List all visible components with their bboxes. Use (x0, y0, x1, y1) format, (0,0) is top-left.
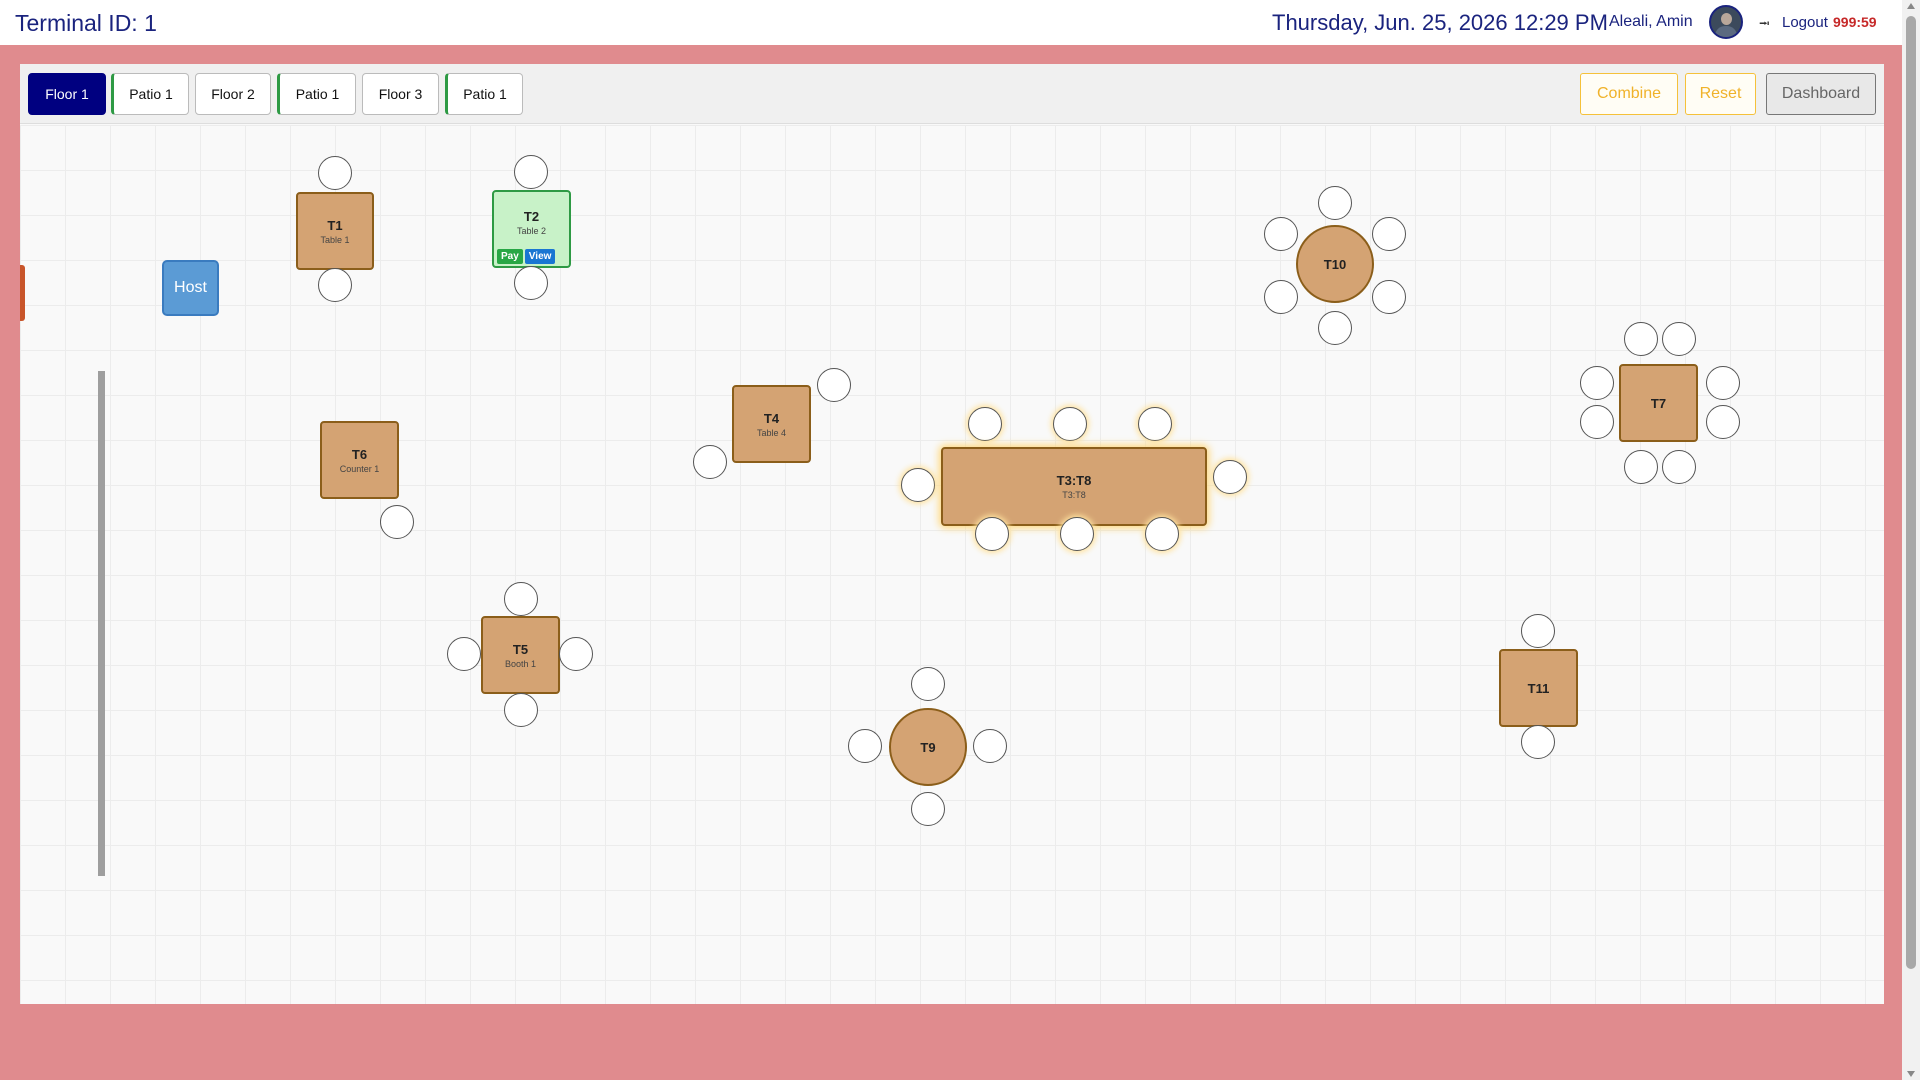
chair[interactable] (318, 156, 352, 190)
table-name: Booth 1 (504, 658, 537, 669)
table-t10[interactable]: T10 (1296, 225, 1374, 303)
user-name: Aleali, Amin (1609, 13, 1693, 30)
table-t3-t8[interactable]: T3:T8 T3:T8 (941, 447, 1207, 526)
top-bar: Terminal ID: 1 Thursday, Jun. 25, 2026 1… (0, 0, 1902, 45)
view-button[interactable]: View (524, 249, 556, 264)
chair[interactable] (1372, 280, 1406, 314)
table-t9[interactable]: T9 (889, 708, 967, 786)
table-code: T4 (763, 410, 780, 426)
vertical-scrollbar[interactable] (1902, 0, 1920, 1080)
chair[interactable] (1213, 460, 1247, 494)
chair[interactable] (1318, 186, 1352, 220)
tab-patio-1-c[interactable]: Patio 1 (445, 73, 523, 115)
chair[interactable] (514, 155, 548, 189)
tab-floor-1[interactable]: Floor 1 (28, 73, 106, 115)
chair[interactable] (1662, 322, 1696, 356)
table-name: Table 2 (516, 225, 547, 236)
chair[interactable] (1580, 405, 1614, 439)
logout-link[interactable]: Logout (1782, 14, 1828, 31)
chair[interactable] (1706, 366, 1740, 400)
side-drawer-handle[interactable] (20, 265, 25, 321)
chair[interactable] (1580, 366, 1614, 400)
terminal-id: Terminal ID: 1 (15, 10, 157, 36)
chair[interactable] (559, 637, 593, 671)
current-datetime: Thursday, Jun. 25, 2026 12:29 PM (1272, 10, 1608, 35)
table-code: T5 (512, 641, 529, 657)
chair[interactable] (514, 266, 548, 300)
chair[interactable] (1060, 517, 1094, 551)
chair[interactable] (318, 268, 352, 302)
tab-floor-3[interactable]: Floor 3 (362, 73, 439, 115)
chair[interactable] (911, 792, 945, 826)
chair[interactable] (504, 693, 538, 727)
chair[interactable] (1145, 517, 1179, 551)
chair[interactable] (848, 729, 882, 763)
table-code: T9 (920, 739, 936, 755)
chair[interactable] (693, 445, 727, 479)
chair[interactable] (1662, 450, 1696, 484)
logout-icon[interactable]: ⭲ (1759, 13, 1770, 37)
reset-button[interactable]: Reset (1685, 73, 1756, 115)
table-code: T2 (523, 208, 540, 224)
table-code: T3:T8 (1056, 473, 1092, 488)
table-t2[interactable]: T2 Table 2 Pay View (492, 190, 571, 268)
table-code: T6 (351, 446, 368, 462)
wall-divider (98, 371, 105, 876)
combine-button[interactable]: Combine (1580, 73, 1678, 115)
scrollbar-thumb[interactable] (1906, 16, 1916, 969)
table-t1[interactable]: T1 Table 1 (296, 192, 374, 270)
table-name: Counter 1 (339, 463, 380, 474)
chair[interactable] (817, 368, 851, 402)
table-code: T1 (327, 217, 343, 233)
table-name: T3:T8 (1062, 490, 1086, 500)
chair[interactable] (504, 582, 538, 616)
chair[interactable] (1318, 311, 1352, 345)
chair[interactable] (968, 407, 1002, 441)
chair[interactable] (911, 667, 945, 701)
floor-canvas: Host T1 Table 1 T2 Table 2 Pay View T10 (20, 125, 1884, 1004)
tab-patio-1[interactable]: Patio 1 (111, 73, 189, 115)
chair[interactable] (447, 637, 481, 671)
table-t6[interactable]: T6 Counter 1 (320, 421, 399, 499)
avatar[interactable] (1709, 5, 1743, 39)
chair[interactable] (1264, 217, 1298, 251)
host-stand[interactable]: Host (162, 260, 219, 316)
table-t7[interactable]: T7 (1619, 364, 1698, 442)
scroll-up-icon[interactable] (1907, 3, 1915, 9)
chair[interactable] (901, 468, 935, 502)
scroll-down-icon[interactable] (1907, 1071, 1915, 1077)
chair[interactable] (380, 505, 414, 539)
table-code: T10 (1323, 256, 1347, 272)
floor-plan-panel: Floor 1 Patio 1 Floor 2 Patio 1 Floor 3 … (20, 64, 1884, 1004)
floor-toolbar: Floor 1 Patio 1 Floor 2 Patio 1 Floor 3 … (20, 64, 1884, 124)
chair[interactable] (1624, 450, 1658, 484)
table-t5[interactable]: T5 Booth 1 (481, 616, 560, 694)
chair[interactable] (1372, 217, 1406, 251)
chair[interactable] (973, 729, 1007, 763)
chair[interactable] (1264, 280, 1298, 314)
session-timer: 999:59 (1833, 14, 1877, 30)
chair[interactable] (1521, 614, 1555, 648)
chair[interactable] (1706, 405, 1740, 439)
chair[interactable] (1624, 322, 1658, 356)
table-name: Table 1 (320, 234, 350, 245)
table-t11[interactable]: T11 (1499, 649, 1578, 727)
pay-button[interactable]: Pay (497, 249, 523, 264)
tab-patio-1-b[interactable]: Patio 1 (277, 73, 356, 115)
chair[interactable] (1053, 407, 1087, 441)
tab-floor-2[interactable]: Floor 2 (195, 73, 271, 115)
chair[interactable] (1138, 407, 1172, 441)
table-name: Table 4 (756, 427, 787, 438)
dashboard-button[interactable]: Dashboard (1766, 73, 1876, 115)
table-t4[interactable]: T4 Table 4 (732, 385, 811, 463)
chair[interactable] (975, 517, 1009, 551)
chair[interactable] (1521, 725, 1555, 759)
table-code: T11 (1527, 680, 1550, 696)
table-code: T7 (1650, 395, 1667, 411)
